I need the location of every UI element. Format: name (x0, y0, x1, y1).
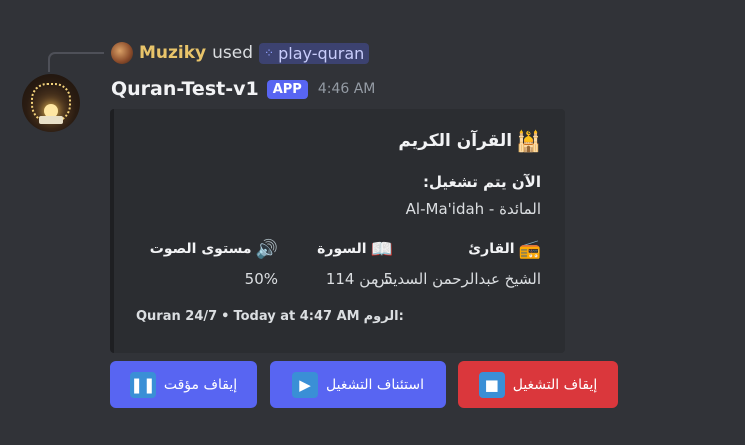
embed-title-text: القرآن الكريم (398, 131, 513, 151)
mosque-icon: 🕌 (516, 129, 541, 153)
slash-command-icon: ⁘ (264, 46, 275, 60)
resume-button[interactable]: ▶ استئناف التشغيل (270, 361, 446, 408)
stop-button[interactable]: ■ إيقاف التشغيل (458, 361, 618, 408)
footer-separator: • (221, 309, 230, 324)
message-timestamp[interactable]: 4:46 AM (318, 81, 376, 97)
field-surah: 📖 السورة 5 من 114 (317, 236, 393, 289)
book-icon: 📖 (370, 238, 393, 260)
command-name: play-quran (278, 43, 365, 63)
reply-spine (48, 52, 104, 72)
field-reciter: 📻 القارئ الشيخ عبدالرحمن السديس (374, 236, 541, 289)
field-reciter-value: الشيخ عبدالرحمن السديس (374, 270, 541, 288)
resume-button-label: استئناف التشغيل (326, 376, 424, 393)
previous-message-cut (115, 0, 415, 8)
embed-card: 🕌 القرآن الكريم الآن يتم تشغيل: Al-Ma'id… (110, 109, 565, 353)
pause-button-label: إيقاف مؤقت (163, 376, 238, 393)
command-pill[interactable]: ⁘ play-quran (259, 42, 370, 64)
footer-time: Today at 4:47 AM (233, 309, 360, 324)
footer-room-name: Quran 24/7 (136, 309, 218, 324)
now-playing-label: الآن يتم تشغيل: (423, 173, 541, 191)
user-avatar[interactable] (111, 42, 133, 64)
app-badge: APP (266, 79, 308, 99)
message-header: Quran-Test-v1 APP 4:46 AM (111, 78, 375, 100)
reference-username[interactable]: Muziky (139, 43, 206, 63)
command-reference[interactable]: Muziky used ⁘ play-quran (111, 41, 370, 65)
bot-name[interactable]: Quran-Test-v1 (111, 78, 259, 100)
speaker-icon: 🔊 (255, 238, 278, 260)
footer-room-label: الروم: (363, 309, 404, 324)
embed-title: 🕌 القرآن الكريم (398, 129, 541, 153)
stop-button-label: إيقاف التشغيل (512, 376, 598, 393)
book-shape (39, 116, 63, 124)
reference-used-text: used (212, 43, 254, 63)
field-surah-value: 5 من 114 (325, 270, 393, 288)
bot-avatar[interactable] (22, 74, 80, 132)
pause-icon: ❚❚ (129, 371, 156, 398)
stop-icon: ■ (478, 371, 505, 398)
field-surah-name: السورة (317, 241, 367, 257)
play-icon: ▶ (292, 371, 318, 398)
field-volume-name: مستوى الصوت (149, 241, 252, 257)
embed-footer: Quran 24/7 • Today at 4:47 AM الروم: (136, 309, 404, 324)
pause-button[interactable]: ❚❚ إيقاف مؤقت (110, 361, 257, 408)
field-volume: 🔊 مستوى الصوت 50% (149, 236, 278, 289)
now-playing-value: Al-Ma'idah - المائدة (405, 200, 541, 218)
field-reciter-name: القارئ (468, 241, 515, 257)
radio-icon: 📻 (518, 238, 541, 260)
field-volume-value: 50% (244, 270, 278, 288)
